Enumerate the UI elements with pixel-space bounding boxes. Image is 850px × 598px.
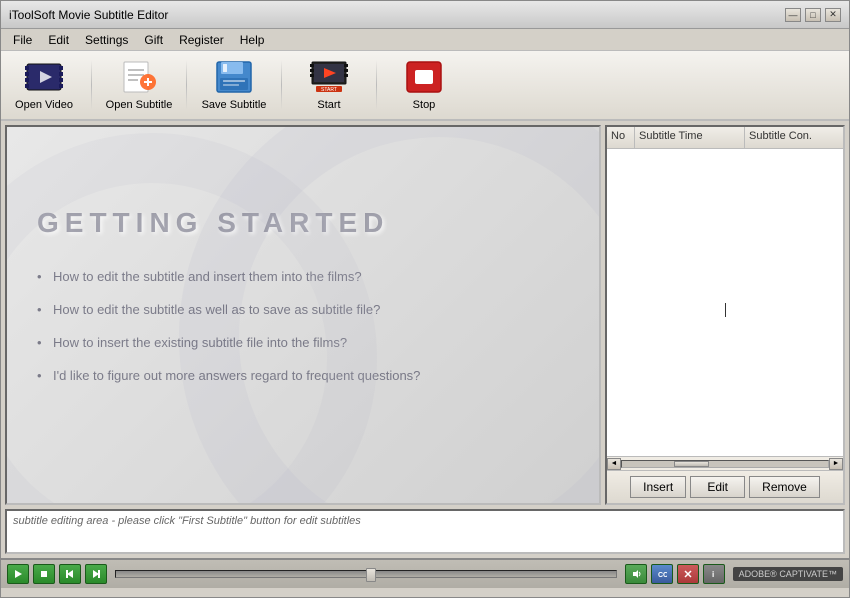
title-text: iToolSoft Movie Subtitle Editor [9, 8, 168, 22]
close-button[interactable]: ✕ [825, 8, 841, 22]
minimize-button[interactable]: — [785, 8, 801, 22]
subtitle-placeholder: subtitle editing area - please click "Fi… [13, 515, 361, 527]
cc-button[interactable]: CC [651, 564, 673, 584]
stop-icon [404, 59, 444, 95]
edit-button[interactable]: Edit [690, 476, 745, 498]
svg-text:START: START [321, 87, 337, 93]
stop-button[interactable]: Stop [389, 55, 459, 115]
bottom-controls-bar: CC i ADOBE® CAPTIVATE™ [1, 558, 849, 588]
scroll-left-arrow[interactable]: ◄ [607, 458, 621, 470]
progress-track[interactable] [115, 570, 617, 578]
menu-file[interactable]: File [5, 31, 40, 49]
open-video-label: Open Video [15, 99, 73, 111]
scroll-thumb[interactable] [674, 461, 709, 467]
video-panel: GETTING STARTED How to edit the subtitle… [5, 125, 601, 505]
open-subtitle-icon [119, 59, 159, 95]
toolbar-divider-4 [376, 60, 377, 110]
volume-button[interactable] [625, 564, 647, 584]
captivate-badge: ADOBE® CAPTIVATE™ [733, 567, 843, 581]
menu-gift[interactable]: Gift [136, 31, 171, 49]
svg-text:i: i [712, 570, 714, 579]
remove-button[interactable]: Remove [749, 476, 820, 498]
save-subtitle-icon [214, 59, 254, 95]
scroll-right-arrow[interactable]: ► [829, 458, 843, 470]
captivate-label: ADOBE® CAPTIVATE™ [739, 569, 837, 579]
menu-edit[interactable]: Edit [40, 31, 77, 49]
stop-ctrl-button[interactable] [33, 564, 55, 584]
start-label: Start [317, 99, 340, 111]
subtitle-action-buttons: Insert Edit Remove [607, 470, 843, 503]
toolbar-divider-2 [186, 60, 187, 110]
menu-help[interactable]: Help [232, 31, 273, 49]
save-subtitle-label: Save Subtitle [202, 99, 267, 111]
start-button[interactable]: START Start [294, 55, 364, 115]
open-subtitle-label: Open Subtitle [106, 99, 173, 111]
toolbar: Open Video Open Subtitle [1, 51, 849, 121]
title-controls: — □ ✕ [785, 8, 841, 22]
progress-thumb[interactable] [366, 568, 376, 582]
insert-button[interactable]: Insert [630, 476, 686, 498]
getting-started-title: GETTING STARTED [37, 207, 389, 239]
list-item: I'd like to figure out more answers rega… [37, 368, 420, 383]
play-button[interactable] [7, 564, 29, 584]
close-ctrl-button[interactable] [677, 564, 699, 584]
menu-settings[interactable]: Settings [77, 31, 136, 49]
title-bar: iToolSoft Movie Subtitle Editor — □ ✕ [1, 1, 849, 29]
restore-button[interactable]: □ [805, 8, 821, 22]
start-icon: START [309, 59, 349, 95]
open-subtitle-button[interactable]: Open Subtitle [104, 55, 174, 115]
save-subtitle-button[interactable]: Save Subtitle [199, 55, 269, 115]
col-time: Subtitle Time [635, 127, 745, 148]
getting-started-list: How to edit the subtitle and insert them… [37, 269, 420, 401]
subtitle-edit-area[interactable]: subtitle editing area - please click "Fi… [5, 509, 845, 554]
prev-button[interactable] [59, 564, 81, 584]
col-no: No [607, 127, 635, 148]
col-content: Subtitle Con. [745, 127, 843, 148]
menu-register[interactable]: Register [171, 31, 232, 49]
subtitle-table-header: No Subtitle Time Subtitle Con. [607, 127, 843, 149]
list-item: How to edit the subtitle and insert them… [37, 269, 420, 284]
subtitle-panel: No Subtitle Time Subtitle Con. ◄ ► Inser… [605, 125, 845, 505]
subtitle-table-body[interactable] [607, 149, 843, 456]
horizontal-scrollbar[interactable]: ◄ ► [607, 456, 843, 470]
svg-text:CC: CC [658, 572, 667, 579]
open-video-icon [24, 59, 64, 95]
next-button[interactable] [85, 564, 107, 584]
list-item: How to insert the existing subtitle file… [37, 335, 420, 350]
stop-label: Stop [413, 99, 436, 111]
list-item: How to edit the subtitle as well as to s… [37, 302, 420, 317]
info-button[interactable]: i [703, 564, 725, 584]
text-cursor [725, 303, 726, 317]
scroll-track[interactable] [621, 460, 829, 468]
toolbar-divider-1 [91, 60, 92, 110]
toolbar-divider-3 [281, 60, 282, 110]
main-content: GETTING STARTED How to edit the subtitle… [1, 121, 849, 509]
getting-started-area: GETTING STARTED How to edit the subtitle… [7, 127, 599, 503]
menu-bar: File Edit Settings Gift Register Help [1, 29, 849, 51]
open-video-button[interactable]: Open Video [9, 55, 79, 115]
